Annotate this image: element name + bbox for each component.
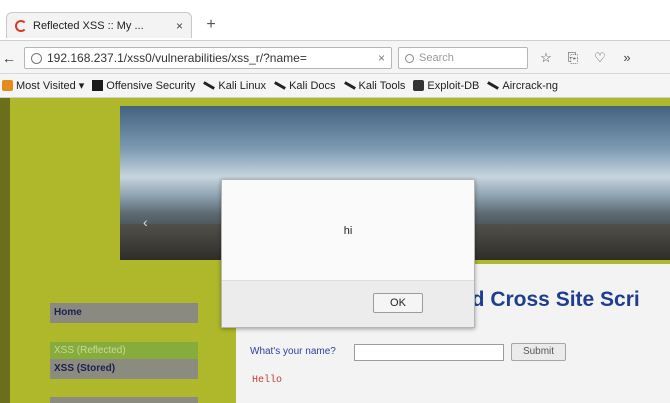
page-title: ed Cross Site Scri — [460, 288, 640, 311]
aircrack-icon — [487, 81, 500, 90]
bookmark-aircrack-ng[interactable]: Aircrack-ng — [487, 80, 558, 92]
alert-dialog: hi OK — [221, 179, 475, 328]
url-bar[interactable]: 192.168.237.1/xss0/vulnerabilities/xss_r… — [24, 47, 392, 69]
bookmark-label: Most Visited ▾ — [16, 80, 85, 92]
kali-icon — [274, 81, 287, 90]
bookmark-kali-linux[interactable]: Kali Linux — [203, 80, 266, 92]
new-tab-button[interactable]: + — [200, 14, 222, 36]
clipboard-icon[interactable]: ⎘ — [564, 49, 582, 67]
bookmark-label: Kali Tools — [358, 79, 406, 92]
alert-footer: OK — [222, 280, 474, 327]
tab-close-icon[interactable]: × — [176, 19, 183, 33]
submit-button[interactable]: Submit — [511, 343, 566, 361]
star-icon[interactable]: ☆ — [537, 49, 555, 67]
menu-item-xss-stored[interactable]: XSS (Stored) — [50, 359, 198, 379]
pocket-icon[interactable]: ♡ — [591, 49, 609, 67]
name-input[interactable] — [354, 344, 504, 361]
bookmark-label: Aircrack-ng — [502, 79, 559, 92]
kali-icon — [203, 81, 216, 90]
browser-tab[interactable]: Reflected XSS :: My ... × — [6, 12, 192, 38]
page-left-border — [0, 98, 10, 403]
menu-item-home[interactable]: Home — [50, 303, 198, 323]
loading-icon — [15, 19, 27, 32]
url-clear-icon[interactable]: × — [378, 51, 385, 65]
overflow-icon[interactable]: » — [618, 49, 636, 67]
ok-button[interactable]: OK — [373, 293, 423, 313]
bookmark-exploit-db[interactable]: Exploit-DB — [413, 80, 479, 92]
search-icon — [405, 53, 414, 63]
alert-message: hi — [343, 225, 353, 237]
url-text[interactable]: 192.168.237.1/xss0/vulnerabilities/xss_r… — [47, 51, 372, 65]
search-bar[interactable]: Search — [398, 47, 528, 69]
bookmark-label: Offensive Security — [106, 79, 196, 92]
name-label: What's your name? — [250, 346, 336, 357]
menu-item-xss-reflected[interactable]: XSS (Reflected) — [50, 342, 198, 359]
carousel-prev-icon[interactable]: ‹ — [143, 214, 148, 230]
kali-icon — [343, 81, 356, 90]
site-info-icon[interactable] — [31, 52, 42, 64]
back-button[interactable]: ← — [2, 49, 20, 67]
tab-title: Reflected XSS :: My ... — [33, 19, 144, 32]
offensive-security-icon — [92, 80, 104, 91]
reflected-output: Hello — [252, 375, 283, 386]
bookmark-label: Exploit-DB — [427, 79, 480, 92]
bookmark-label: Kali Linux — [218, 79, 267, 92]
most-visited-icon — [2, 80, 13, 91]
bookmark-label: Kali Docs — [289, 79, 336, 92]
exploit-db-icon — [413, 80, 425, 91]
navigation-bar: ← 192.168.237.1/xss0/vulnerabilities/xss… — [0, 40, 670, 74]
bookmark-most-visited[interactable]: Most Visited ▾ — [2, 79, 84, 92]
bookmark-offensive-security[interactable]: Offensive Security — [92, 80, 195, 92]
menu-item-next[interactable] — [50, 397, 198, 403]
bookmark-kali-docs[interactable]: Kali Docs — [274, 79, 336, 92]
tab-bar: Reflected XSS :: My ... × + — [0, 0, 670, 40]
bookmark-kali-tools[interactable]: Kali Tools — [343, 79, 406, 92]
bookmarks-bar: Most Visited ▾ Offensive Security Kali L… — [0, 74, 670, 98]
search-placeholder: Search — [419, 52, 454, 64]
